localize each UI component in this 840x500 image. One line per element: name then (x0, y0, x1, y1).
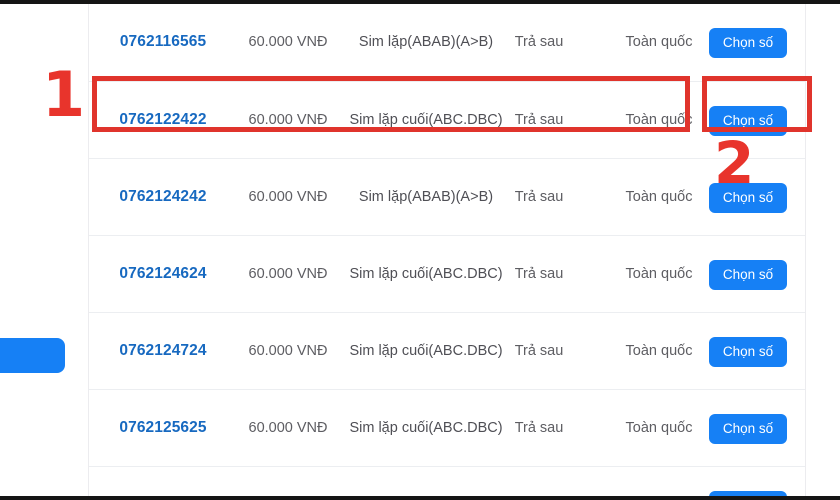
sim-action-cell: Chọn số (689, 159, 807, 236)
sim-number-link[interactable]: 0762124242 (93, 159, 233, 236)
choose-number-button[interactable]: Chọn số (709, 182, 787, 213)
sim-price: 60.000 VNĐ (248, 419, 328, 436)
table-row: 0762122422 60.000 VNĐ Sim lặp cuối (ABC.DBC… (89, 81, 805, 158)
sim-price: 60.000 VNĐ (248, 33, 328, 50)
sim-number-link[interactable]: 0762116565 (93, 4, 233, 81)
sim-number-table: 0762116565 60.000 VNĐ Sim lặp(ABAB)(A>B) Tr… (88, 4, 806, 500)
table-row: 0762124624 60.000 VNĐ Sim lặp cuối (ABC.DBC… (89, 235, 805, 312)
table-row: 0762124242 60.000 VNĐ Sim lặp(ABAB)(A>B) Tr… (89, 158, 805, 235)
sim-type-line-1: Sim lặp cuối (349, 111, 429, 128)
sim-action-cell: Chọn số (689, 313, 807, 390)
sim-action-cell: Chọn số (689, 236, 807, 313)
choose-number-button[interactable]: Chọn số (709, 336, 787, 367)
sim-price: 60.000 VNĐ (248, 265, 328, 282)
sim-number-link[interactable]: 0762124624 (93, 236, 233, 313)
sim-type-line-1: Sim lặp cuối (349, 265, 429, 282)
sim-action-cell: Chọn số (689, 4, 807, 81)
sim-type-line-1: Sim lặp cuối (349, 419, 429, 436)
sim-price: 60.000 VNĐ (248, 188, 328, 205)
sim-action-cell: Chọn số (689, 82, 807, 159)
sim-price: 60.000 VNĐ (248, 111, 328, 128)
table-row: 076212592560.000 VNĐSim lặp cuối(ABC.DBC… (89, 466, 805, 500)
sim-price: 60.000 VNĐ (248, 342, 328, 359)
floating-action-button[interactable] (0, 338, 65, 373)
sim-type-line-1: Sim lặp cuối (349, 342, 429, 359)
sim-number-link[interactable]: 0762122422 (93, 82, 233, 159)
page-bottom-edge (0, 496, 840, 500)
screenshot-root: 0762116565 60.000 VNĐ Sim lặp(ABAB)(A>B) Tr… (0, 0, 840, 500)
choose-number-button[interactable]: Chọn số (709, 105, 787, 136)
table-row: 0762124724 60.000 VNĐ Sim lặp cuối (ABC.DBC… (89, 312, 805, 389)
choose-number-button[interactable]: Chọn số (709, 259, 787, 290)
sim-number-link[interactable]: 0762124724 (93, 313, 233, 390)
annotation-step-1: 1 (42, 58, 86, 131)
sim-number-link[interactable]: 0762125625 (93, 390, 233, 467)
table-row: 0762116565 60.000 VNĐ Sim lặp(ABAB)(A>B) Tr… (89, 4, 805, 81)
choose-number-button[interactable]: Chọn số (709, 27, 787, 58)
choose-number-button[interactable]: Chọn số (709, 413, 787, 444)
sim-action-cell: Chọn số (689, 390, 807, 467)
table-row: 0762125625 60.000 VNĐ Sim lặp cuối (ABC.DBC… (89, 389, 805, 466)
